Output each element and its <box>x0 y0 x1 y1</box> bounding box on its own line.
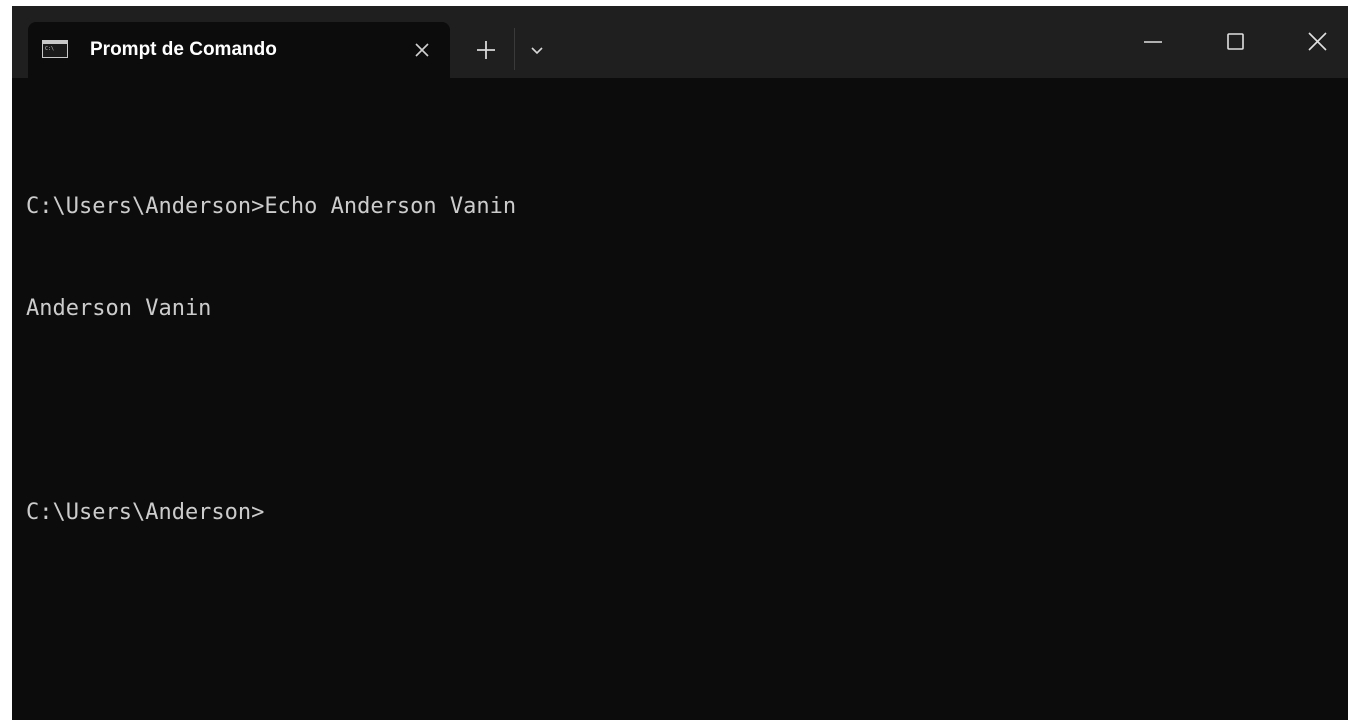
close-icon[interactable] <box>412 40 432 60</box>
terminal-window: C:\ Prompt de Comando C:\Users\Anderson>… <box>12 6 1348 720</box>
close-icon[interactable] <box>1294 22 1340 62</box>
console-prompt: C:\Users\Anderson> <box>26 500 265 525</box>
console-line: Anderson Vanin <box>26 296 212 321</box>
plus-icon[interactable] <box>472 36 500 64</box>
maximize-icon[interactable] <box>1212 22 1258 62</box>
tab-prompt-de-comando[interactable]: C:\ Prompt de Comando <box>28 22 450 78</box>
tab-divider <box>514 28 515 70</box>
console-output[interactable]: C:\Users\Anderson>Echo Anderson Vanin An… <box>26 122 1326 598</box>
svg-text:C:\: C:\ <box>45 46 54 52</box>
cmd-terminal-icon: C:\ <box>42 40 68 58</box>
chevron-down-icon[interactable] <box>526 40 548 62</box>
title-bar[interactable]: C:\ Prompt de Comando <box>12 6 1348 78</box>
tab-title: Prompt de Comando <box>90 39 277 60</box>
console-line: C:\Users\Anderson>Echo Anderson Vanin <box>26 194 517 219</box>
minimize-icon[interactable] <box>1130 22 1176 62</box>
